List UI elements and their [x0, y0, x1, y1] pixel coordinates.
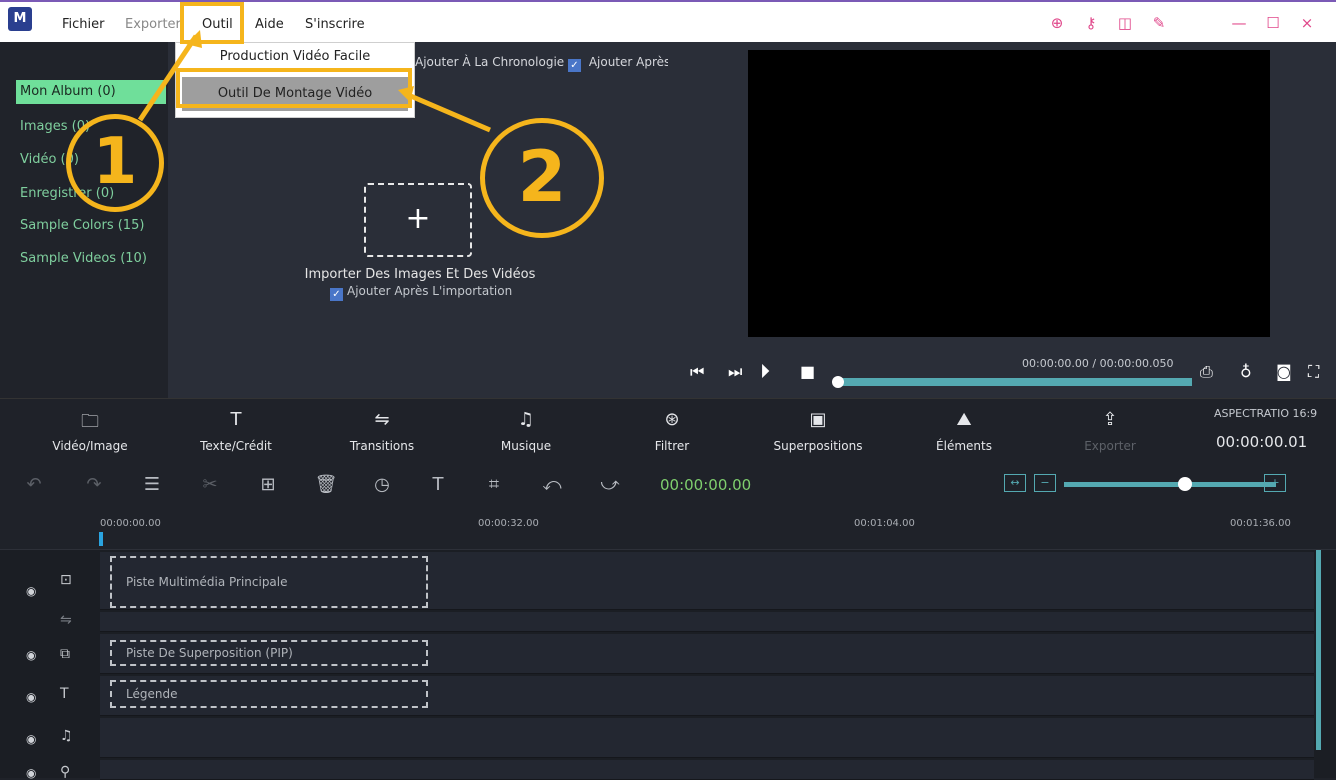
annotation-arrows	[137, 30, 491, 133]
step-1-marker: 1	[66, 114, 164, 212]
arrow-2-line	[405, 91, 491, 133]
arrow-1-line	[137, 34, 199, 122]
step-2-marker: 2	[480, 118, 604, 238]
arrow-2-head	[398, 86, 414, 102]
